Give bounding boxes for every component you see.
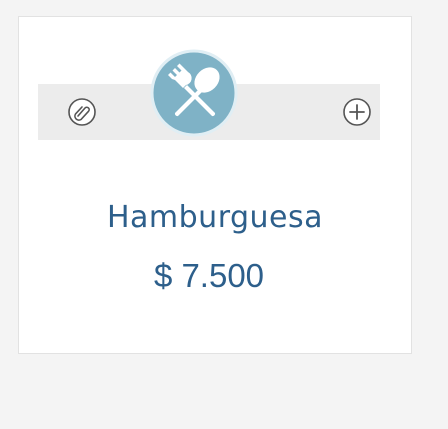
paperclip-icon [68, 98, 96, 126]
dish-image [148, 47, 240, 139]
fork-knife-icon [150, 49, 238, 137]
add-button[interactable] [342, 97, 372, 127]
attach-button[interactable] [67, 97, 97, 127]
plus-icon [343, 98, 371, 126]
product-name: Hamburguesa [106, 200, 324, 235]
product-price: $ 7.500 [153, 257, 265, 294]
